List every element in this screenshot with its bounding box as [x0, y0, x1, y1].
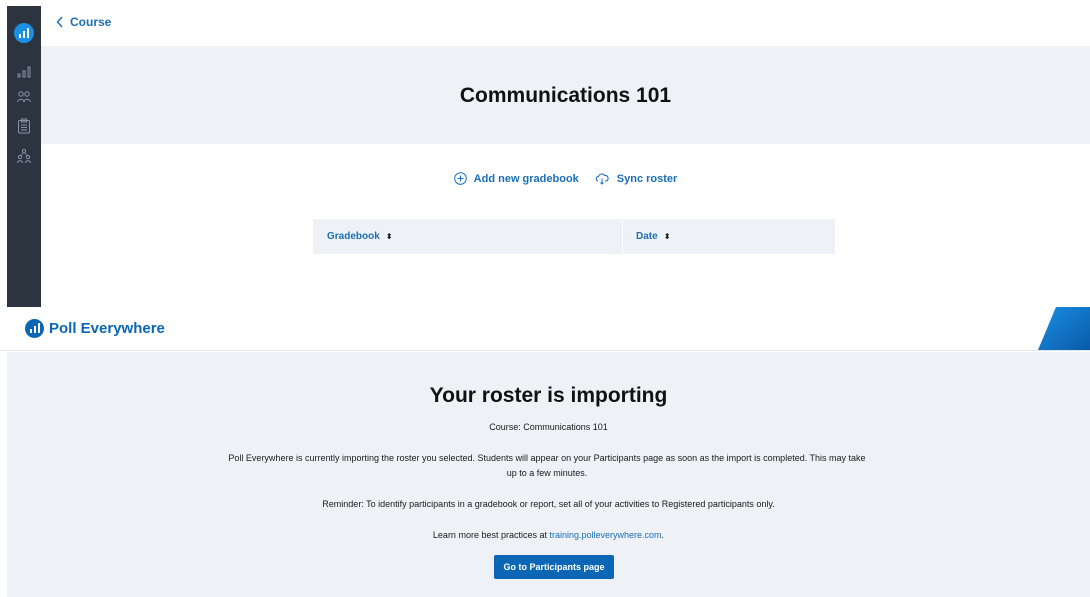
sync-roster-button[interactable]: Sync roster [595, 172, 678, 185]
poll-everywhere-logo-icon [25, 319, 44, 338]
import-status-panel: Your roster is importing Course: Communi… [7, 352, 1090, 597]
add-new-gradebook-button[interactable]: Add new gradebook [453, 172, 579, 185]
learn-more-text: Learn more best practices at training.po… [7, 528, 1090, 543]
poll-everywhere-logo-icon[interactable] [14, 23, 34, 43]
page-title: Communications 101 [459, 84, 672, 107]
learn-more-suffix: . [661, 530, 665, 540]
add-new-gradebook-label: Add new gradebook [473, 172, 579, 185]
gradebooks-icon[interactable] [14, 146, 34, 166]
reminder-text: Reminder: To identify participants in a … [322, 499, 775, 509]
site-header: Poll Everywhere [0, 307, 1090, 351]
sync-roster-label: Sync roster [616, 172, 678, 185]
brand-logo[interactable]: Poll Everywhere [25, 319, 165, 338]
gradebook-column-label: Gradebook [327, 231, 380, 242]
gradebook-column-header[interactable]: Gradebook ⬍ [327, 219, 393, 254]
plus-circle-icon [453, 172, 467, 185]
import-message: Poll Everywhere is currently importing t… [228, 453, 866, 478]
course-banner: Communications 101 [41, 46, 1090, 144]
participants-icon[interactable] [14, 87, 34, 107]
sync-cloud-icon [595, 173, 609, 185]
top-bar: Course [41, 6, 1090, 46]
chevron-left-icon [56, 16, 63, 28]
date-column-label: Date [636, 231, 658, 242]
decorative-corner-shape [1038, 307, 1090, 350]
back-label: Course [70, 15, 112, 29]
gradebook-actions: Add new gradebook Sync roster [41, 172, 1090, 185]
brand-name: Poll Everywhere [49, 320, 165, 337]
course-app-window: Course Communications 101 Add new gradeb… [0, 0, 1090, 307]
go-to-participants-button[interactable]: Go to Participants page [494, 555, 614, 579]
training-link[interactable]: training.polleverywhere.com [549, 530, 661, 540]
sort-icon: ⬍ [663, 232, 671, 241]
gradebook-table-header: Gradebook ⬍ Date ⬍ [313, 219, 835, 254]
course-line: Course: Communications 101 [489, 422, 608, 432]
import-heading: Your roster is importing [429, 384, 668, 407]
back-to-course-link[interactable]: Course [56, 15, 111, 29]
column-divider [622, 219, 623, 254]
sort-icon: ⬍ [385, 232, 393, 241]
reports-icon[interactable] [14, 116, 34, 136]
left-sidebar [7, 6, 41, 307]
polls-icon[interactable] [14, 62, 34, 82]
roster-import-page: Poll Everywhere Your roster is importing… [0, 307, 1090, 597]
learn-more-prefix: Learn more best practices at [432, 530, 550, 540]
date-column-header[interactable]: Date ⬍ [636, 219, 670, 254]
